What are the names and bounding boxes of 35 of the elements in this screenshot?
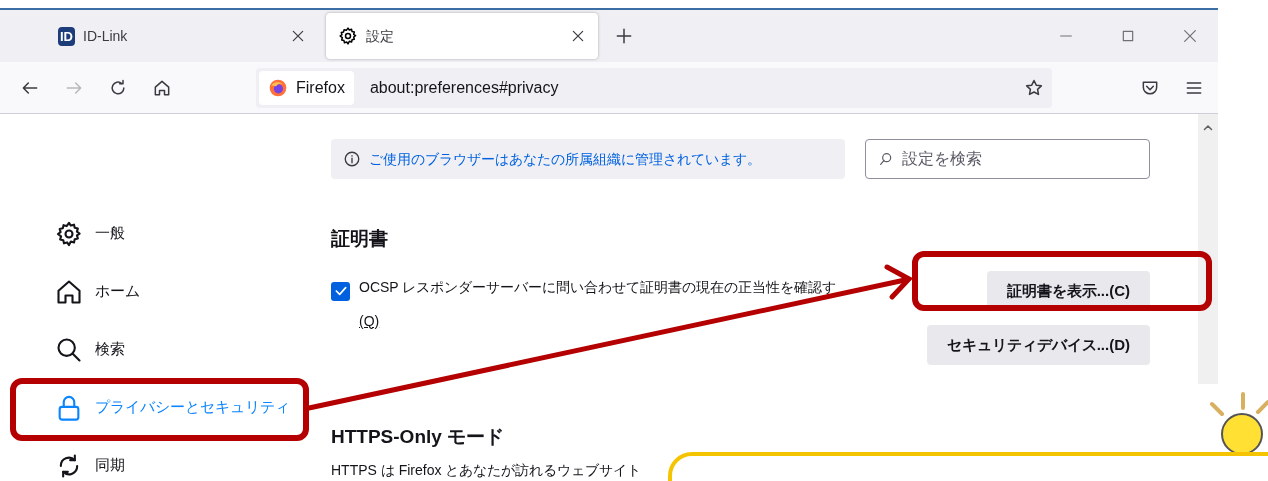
star-icon[interactable] bbox=[1024, 77, 1044, 98]
search-icon bbox=[878, 151, 894, 167]
tab-title: ID-Link bbox=[83, 26, 129, 46]
close-window-icon[interactable] bbox=[1182, 28, 1198, 44]
sidebar-item[interactable]: 一般 bbox=[55, 218, 125, 249]
url-text: about:preferences#privacy bbox=[369, 77, 560, 98]
action-button[interactable]: セキュリティデバイス...(D) bbox=[926, 325, 1150, 365]
identity-chip[interactable]: Firefox bbox=[259, 70, 354, 105]
browser-tab[interactable]: ID ID-Link bbox=[46, 13, 318, 59]
checkbox-label: OCSP レスポンダーサーバーに問い合わせて証明書の現在の正当性を確認す bbox=[359, 277, 837, 297]
close-icon[interactable] bbox=[570, 28, 586, 44]
tab-title: 設定 bbox=[366, 26, 395, 46]
browser-tab[interactable]: 設定 bbox=[326, 13, 598, 59]
checkbox[interactable] bbox=[331, 281, 350, 301]
sidebar-item[interactable]: 同期 bbox=[55, 450, 125, 481]
gear-icon bbox=[338, 26, 358, 46]
gear-icon bbox=[55, 219, 83, 248]
checkbox-label: (Q) bbox=[359, 311, 380, 331]
fox-logo-icon bbox=[268, 77, 288, 98]
search-field[interactable]: 設定を検索 bbox=[865, 139, 1150, 179]
info-icon bbox=[343, 150, 361, 168]
section-text: HTTPS は Firefox とあなたが訪れるウェブサイト bbox=[331, 460, 642, 480]
sidebar-item[interactable]: 検索 bbox=[55, 334, 125, 365]
maximize-icon[interactable] bbox=[1120, 28, 1136, 44]
section-heading: HTTPS-Only モード bbox=[331, 425, 506, 449]
sidebar-item[interactable]: ホーム bbox=[55, 276, 140, 307]
search-input[interactable]: 設定を検索 bbox=[902, 147, 1137, 171]
logo-icon: ID bbox=[58, 26, 75, 46]
sidebar-item[interactable]: プライバシーとセキュリティ bbox=[55, 392, 290, 423]
close-icon[interactable] bbox=[290, 28, 306, 44]
new-tab-icon[interactable] bbox=[614, 26, 634, 46]
notice-text: ご使用のブラウザーはあなたの所属組織に管理されています。 bbox=[369, 149, 761, 169]
search-icon bbox=[55, 335, 83, 364]
section-heading: 証明書 bbox=[331, 227, 389, 251]
address-bar[interactable]: Firefox about:preferences#privacy bbox=[256, 67, 1052, 108]
